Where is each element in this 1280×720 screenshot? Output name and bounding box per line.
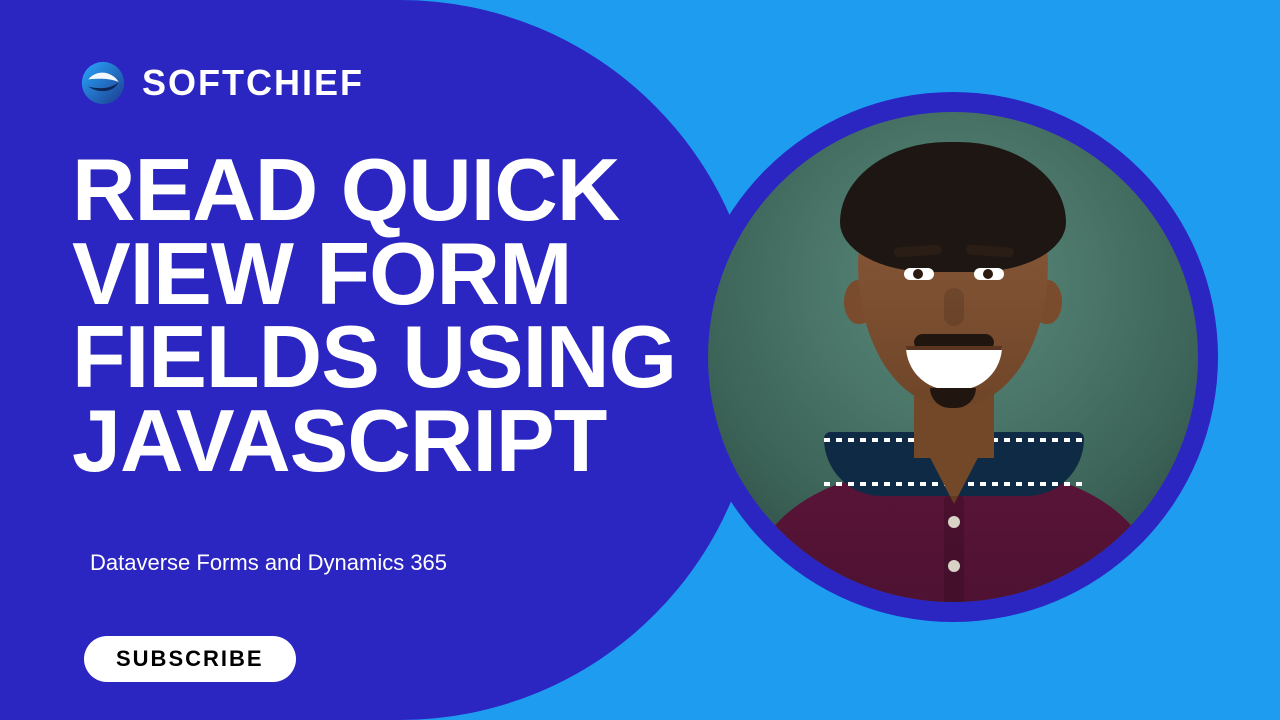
brand-logo-icon [80, 60, 126, 106]
portrait-frame [688, 92, 1218, 622]
brand-name: SOFTCHIEF [142, 62, 364, 104]
thumbnail-canvas: SOFTCHIEF READ QUICK VIEW FORM FIELDS US… [0, 0, 1280, 720]
subtitle: Dataverse Forms and Dynamics 365 [90, 550, 447, 576]
headline: READ QUICK VIEW FORM FIELDS USING JAVASC… [72, 148, 676, 482]
presenter-portrait [708, 112, 1198, 602]
brand-lockup: SOFTCHIEF [80, 60, 364, 106]
subscribe-button[interactable]: SUBSCRIBE [84, 636, 296, 682]
